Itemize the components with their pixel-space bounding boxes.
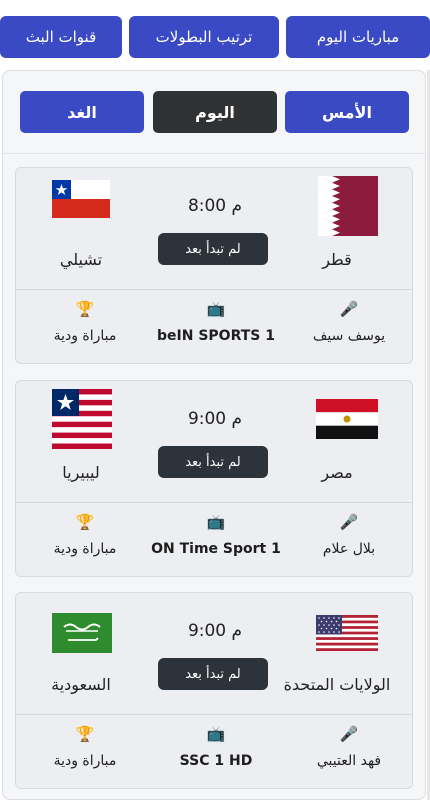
channel-name: beIN SPORTS 1 [157,328,275,344]
day-today-button[interactable]: اليوم [153,91,277,133]
card-divider [16,714,412,715]
flag-chile-icon [52,180,110,218]
channel-info: 📺 ON Time Sport 1 [146,511,286,571]
card-divider [16,502,412,503]
divider [3,153,425,154]
flag-liberia-icon [52,389,112,449]
card-divider [16,289,412,290]
match-time: 9:00 م [187,621,243,641]
away-team-name: السعودية [51,675,111,694]
trophy-icon: 🏆 [75,725,95,743]
flag-egypt-icon [316,399,378,439]
nav-channels-button[interactable]: قنوات البث [0,16,122,58]
commentator-info: 🎤 فهد العتيبي [294,723,404,783]
match-status-badge: لم تبدأ بعد [158,233,268,265]
flag-qatar-icon [318,176,378,236]
match-card[interactable]: 9:00 م لم تبدأ بعد مصر ليبيريا 🎤 بلال عل… [15,380,413,577]
day-tomorrow-button[interactable]: الغد [20,91,144,133]
home-team-name: مصر [321,463,353,482]
flag-saudi-icon [52,613,112,653]
microphone-icon: 🎤 [339,513,359,531]
home-team-name: الولايات المتحدة [283,675,391,694]
home-team-name: قطر [322,250,352,269]
tv-icon: 📺 [206,300,226,318]
competition-name: مباراة ودية [53,753,117,769]
microphone-icon: 🎤 [339,725,359,743]
away-team-name: تشيلي [59,250,103,269]
match-card[interactable]: 8:00 م لم تبدأ بعد قطر تشيلي 🎤 يوسف سيف … [15,167,413,364]
competition-info: 🏆 مباراة ودية [30,298,140,358]
day-selector: الأمس اليوم الغد [3,91,425,133]
competition-name: مباراة ودية [53,328,117,344]
match-status-badge: لم تبدأ بعد [158,446,268,478]
match-status-badge: لم تبدأ بعد [158,658,268,690]
commentator-info: 🎤 بلال علام [294,511,404,571]
channel-info: 📺 SSC 1 HD [146,723,286,783]
competition-info: 🏆 مباراة ودية [30,723,140,783]
commentator-info: 🎤 يوسف سيف [294,298,404,358]
match-time: 9:00 م [187,409,243,429]
competition-name: مباراة ودية [53,541,117,557]
microphone-icon: 🎤 [339,300,359,318]
channel-info: 📺 beIN SPORTS 1 [146,298,286,358]
commentator-name: بلال علام [322,541,376,557]
away-team-name: ليبيريا [62,463,100,482]
commentator-name: يوسف سيف [312,328,386,344]
nav-today-matches-button[interactable]: مباريات اليوم [286,16,430,58]
tv-icon: 📺 [206,513,226,531]
channel-name: SSC 1 HD [179,753,253,769]
competition-info: 🏆 مباراة ودية [30,511,140,571]
commentator-name: فهد العتيبي [316,753,382,769]
nav-league-standings-button[interactable]: ترتيب البطولات [129,16,279,58]
trophy-icon: 🏆 [75,300,95,318]
match-time: 8:00 م [187,196,243,216]
match-card[interactable]: 9:00 م لم تبدأ بعد الولايات المتحدة السع… [15,592,413,789]
tv-icon: 📺 [206,725,226,743]
top-nav: مباريات اليوم ترتيب البطولات قنوات البث [0,16,430,58]
flag-usa-icon [316,615,378,651]
day-yesterday-button[interactable]: الأمس [285,91,409,133]
trophy-icon: 🏆 [75,513,95,531]
channel-name: ON Time Sport 1 [151,541,281,557]
matches-panel: الأمس اليوم الغد 8:00 م لم تبدأ بعد قطر … [2,70,426,800]
